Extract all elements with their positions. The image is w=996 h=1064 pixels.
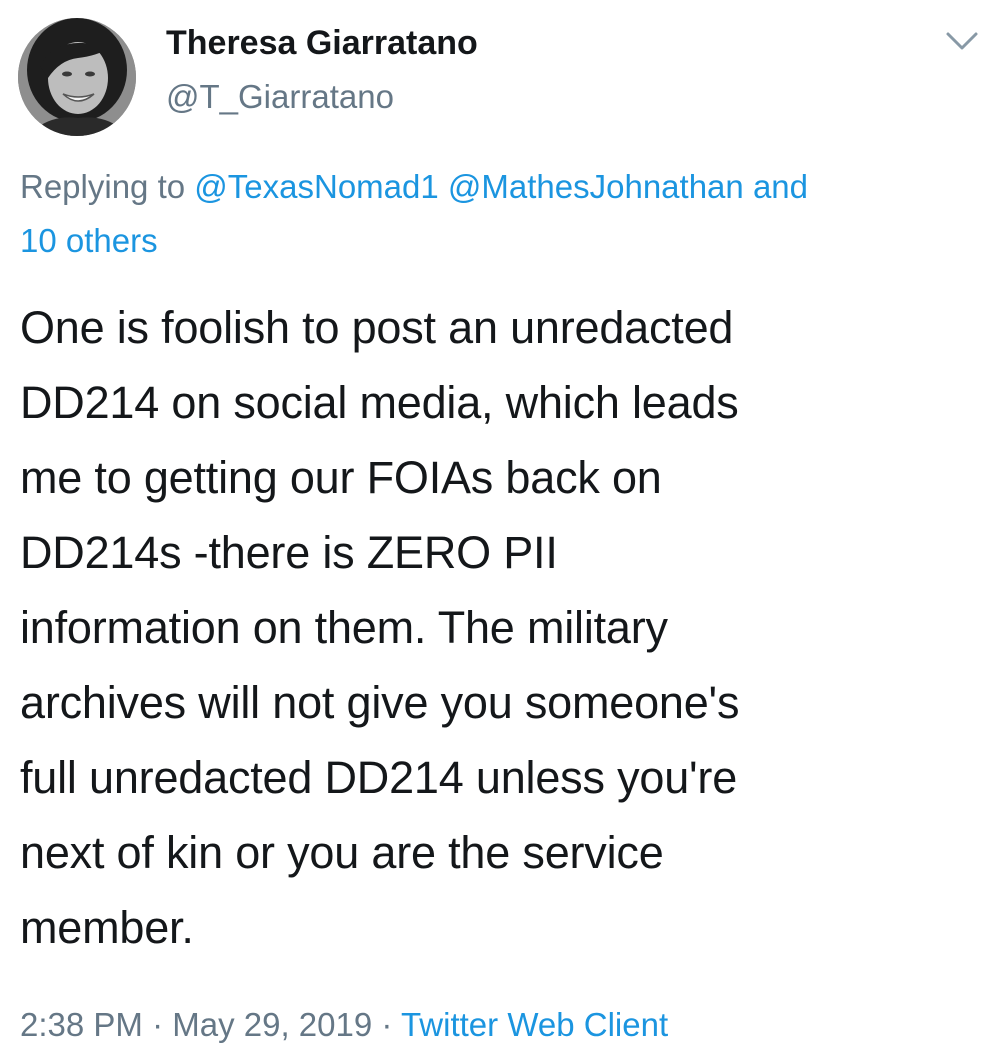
tweet-card: Theresa Giarratano @T_Giarratano Replyin… bbox=[0, 0, 996, 1064]
tweet-text-line: DD214 on social media, which leads bbox=[20, 377, 739, 428]
tweet-text-line: next of kin or you are the service bbox=[20, 827, 664, 878]
tweet-text-line: One is foolish to post an unredacted bbox=[20, 302, 734, 353]
tweet-text-line: full unredacted DD214 unless you're bbox=[20, 752, 738, 803]
author-handle[interactable]: @T_Giarratano bbox=[166, 78, 394, 116]
mention-others-link[interactable]: 10 others bbox=[20, 222, 158, 259]
tweet-time[interactable]: 2:38 PM bbox=[20, 1006, 143, 1043]
meta-separator: · bbox=[152, 1006, 164, 1043]
tweet-source-link[interactable]: Twitter Web Client bbox=[401, 1006, 668, 1043]
mention-texasnomad1[interactable]: @TexasNomad1 bbox=[194, 168, 438, 205]
tweet-meta: 2:38 PM · May 29, 2019 · Twitter Web Cli… bbox=[20, 1006, 668, 1044]
tweet-date[interactable]: May 29, 2019 bbox=[172, 1006, 372, 1043]
tweet-text-line: archives will not give you someone's bbox=[20, 677, 740, 728]
mention-conjunction[interactable]: and bbox=[753, 168, 808, 205]
tweet-text-line: me to getting our FOIAs back on bbox=[20, 452, 662, 503]
meta-separator: · bbox=[381, 1006, 393, 1043]
replying-to: Replying to @TexasNomad1 @MathesJohnatha… bbox=[20, 160, 980, 268]
avatar[interactable] bbox=[18, 18, 136, 136]
author-name[interactable]: Theresa Giarratano bbox=[166, 24, 478, 63]
tweet-text-line: DD214s -there is ZERO PII bbox=[20, 527, 558, 578]
tweet-text-line: member. bbox=[20, 902, 194, 953]
tweet-text: One is foolish to post an unredacted DD2… bbox=[20, 290, 980, 965]
avatar-photo bbox=[18, 18, 136, 136]
tweet-text-line: information on them. The military bbox=[20, 602, 668, 653]
chevron-down-icon[interactable] bbox=[944, 28, 980, 54]
mention-mathesjohnathan[interactable]: @MathesJohnathan bbox=[448, 168, 744, 205]
replying-to-label: Replying to bbox=[20, 168, 186, 205]
